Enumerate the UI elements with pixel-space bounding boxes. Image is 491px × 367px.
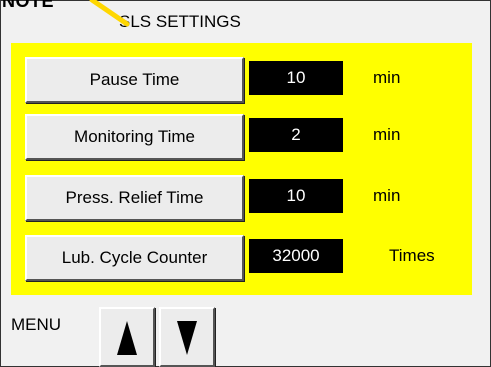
setting-row-lub-cycle-counter: Lub. Cycle Counter 32000 Times [11, 235, 472, 281]
settings-panel: Pause Time 10 min Monitoring Time 2 min … [11, 43, 472, 295]
sls-settings-screen: SLS SETTINGS Pause Time 10 min Monitorin… [0, 0, 491, 367]
lub-cycle-counter-unit: Times [389, 246, 435, 265]
press-relief-time-unit: min [373, 186, 401, 205]
note-callout-label: NOTE [2, 0, 55, 11]
pause-time-unit: min [373, 68, 401, 87]
setting-row-monitoring-time: Monitoring Time 2 min [11, 114, 472, 160]
lub-cycle-counter-button[interactable]: Lub. Cycle Counter [25, 235, 244, 281]
setting-row-press-relief-time: Press. Relief Time 10 min [11, 175, 472, 221]
note-callout-line [89, 0, 130, 27]
down-arrow-icon [177, 321, 197, 355]
bottom-navigation-bar: MENU [1, 297, 490, 367]
pause-time-button[interactable]: Pause Time [25, 57, 244, 103]
pause-time-value[interactable]: 10 [249, 61, 343, 95]
press-relief-time-value[interactable]: 10 [249, 179, 343, 213]
lub-cycle-counter-value[interactable]: 32000 [249, 239, 343, 273]
press-relief-time-button[interactable]: Press. Relief Time [25, 175, 244, 221]
setting-row-pause-time: Pause Time 10 min [11, 57, 472, 103]
scroll-up-button[interactable] [99, 307, 155, 367]
menu-label[interactable]: MENU [11, 315, 61, 335]
monitoring-time-value[interactable]: 2 [249, 118, 343, 152]
monitoring-time-unit: min [373, 125, 401, 144]
scroll-down-button[interactable] [159, 307, 215, 367]
up-arrow-icon [117, 321, 137, 355]
monitoring-time-button[interactable]: Monitoring Time [25, 114, 244, 160]
